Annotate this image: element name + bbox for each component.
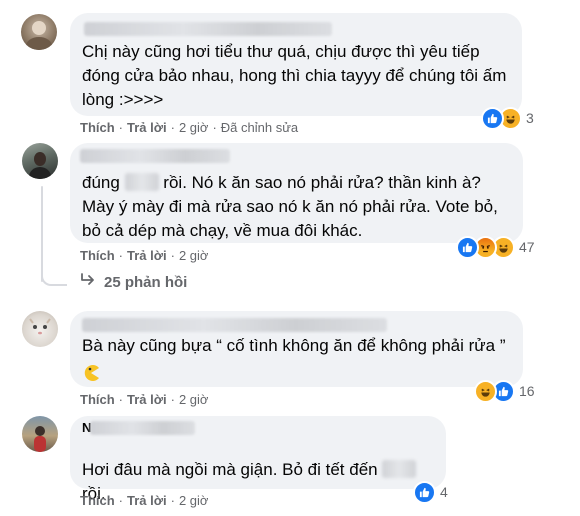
like-link[interactable]: Thích [80,493,115,508]
like-link[interactable]: Thích [80,120,115,135]
reaction-count: 16 [519,383,535,399]
like-link[interactable]: Thích [80,392,115,407]
comment-actions: Thích · Trả lời · 2 giờ · Đã chỉnh sửa [80,120,299,135]
reaction-summary[interactable]: 47 [456,235,535,259]
reply-thread-elbow [41,270,67,286]
commenter-name[interactable] [84,22,332,36]
comment-text: đúng rồi. Nó k ăn sao nó phải rửa? thần … [82,171,512,243]
reaction-count: 4 [440,484,448,500]
reaction-count: 47 [519,239,535,255]
like-link[interactable]: Thích [80,248,115,263]
comment-bubble: N Hơi đâu mà ngồi mà giận. Bỏ đi tết đến… [70,416,446,503]
comment-bubble: Bà này cũng bựa “ cố tình không ăn để kh… [70,311,523,387]
reaction-summary[interactable]: 16 [474,379,535,403]
commenter-name-blur [90,421,195,435]
commenter-name[interactable] [80,149,230,163]
comment-actions: Thích · Trả lời · 2 giờ [80,392,209,407]
comment-time[interactable]: 2 giờ [179,120,209,135]
comment-bubble: đúng rồi. Nó k ăn sao nó phải rửa? thần … [70,143,523,243]
like-reaction-icon [481,106,504,130]
comment-time[interactable]: 2 giờ [179,493,209,508]
reply-link[interactable]: Trả lời [127,392,167,407]
replies-count: 25 phản hồi [104,273,188,291]
redacted-text [382,460,417,478]
reply-arrow-icon [80,273,96,291]
reply-link[interactable]: Trả lời [127,493,167,508]
avatar-image [26,21,52,50]
avatar-image [34,426,46,452]
avatar-image [29,318,51,335]
avatar[interactable] [22,416,58,452]
comment-time[interactable]: 2 giờ [179,248,209,263]
edited-label[interactable]: Đã chỉnh sửa [221,120,298,135]
comment-text-start: Hơi đâu mà ngồi mà giận. Bỏ đi tết đến [82,460,378,479]
comment-text: Bà này cũng bựa “ cố tình không ăn để kh… [82,336,506,355]
avatar[interactable] [21,14,57,50]
avatar[interactable] [22,311,58,347]
reply-link[interactable]: Trả lời [127,248,167,263]
haha-reaction-icon [474,379,497,403]
commenter-name[interactable] [82,318,387,332]
reaction-summary[interactable]: 3 [481,106,534,130]
pacman-emoji-icon [82,364,100,387]
redacted-text [124,173,159,191]
comment-bubble: Chị này cũng hơi tiểu thư quá, chịu được… [70,13,522,116]
avatar[interactable] [22,143,58,179]
like-reaction-icon [413,480,436,504]
reply-thread-line [41,186,43,282]
comment-time[interactable]: 2 giờ [179,392,209,407]
comment-actions: Thích · Trả lời · 2 giờ [80,248,209,263]
comment-actions: Thích · Trả lời · 2 giờ [80,493,209,508]
reaction-count: 3 [526,110,534,126]
comment-text: Chị này cũng hơi tiểu thư quá, chịu được… [82,42,512,109]
reaction-summary[interactable]: 4 [413,480,448,504]
like-reaction-icon [456,235,479,259]
avatar-image [29,152,51,179]
commenter-name[interactable]: N [82,420,202,436]
comment-text-start: đúng [82,173,120,192]
view-replies-link[interactable]: 25 phản hồi [80,273,187,291]
reply-link[interactable]: Trả lời [127,120,167,135]
